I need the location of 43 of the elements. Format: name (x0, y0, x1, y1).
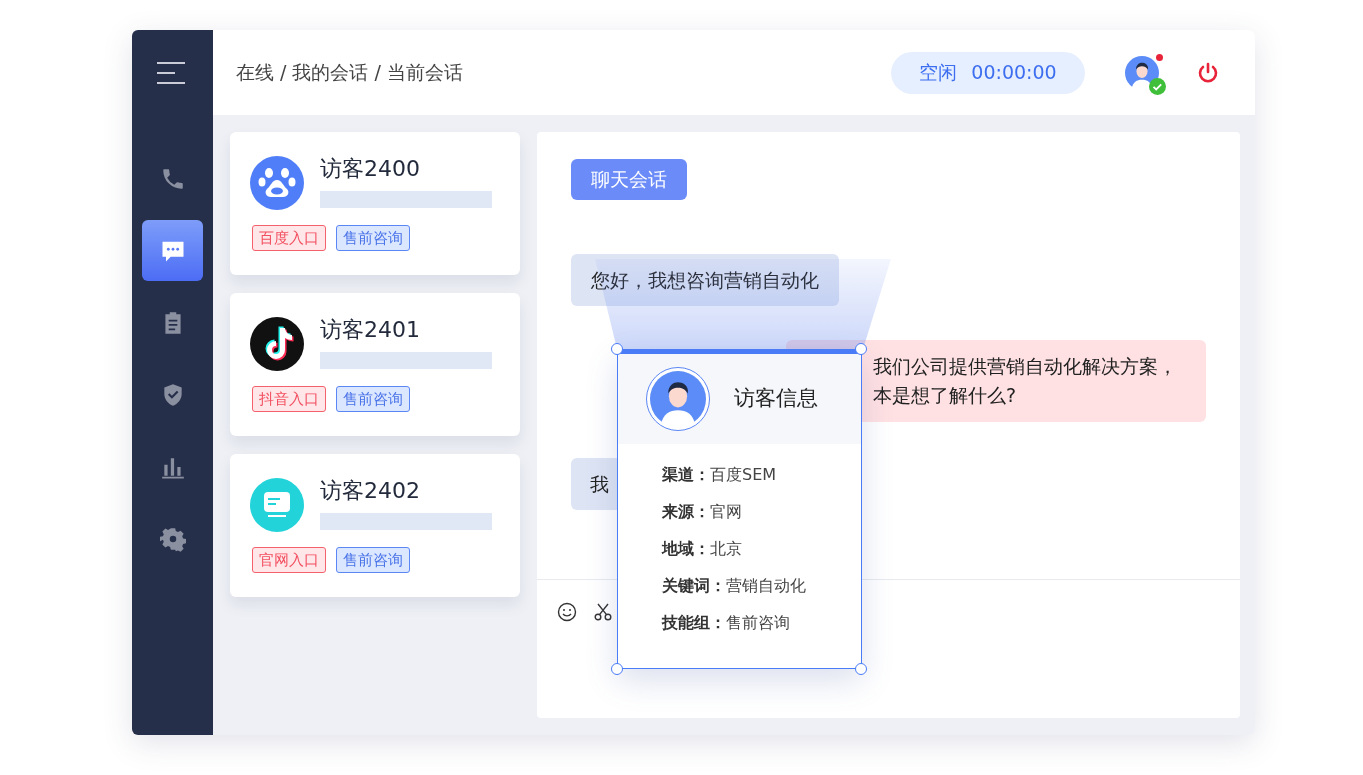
visitor-card[interactable]: 访客2401 抖音入口 售前咨询 (230, 293, 520, 436)
field-value: 售前咨询 (726, 612, 790, 634)
visitor-name: 访客2400 (320, 155, 421, 183)
settings-icon (159, 525, 186, 552)
visitor-name: 访客2402 (320, 477, 421, 505)
message-text: 我 (590, 471, 609, 497)
visitor-avatar (650, 371, 706, 427)
field-value: 官网 (710, 501, 742, 523)
field-label: 来源： (662, 501, 710, 523)
emoji-icon[interactable] (557, 602, 577, 622)
tag: 百度入口 (252, 225, 326, 251)
field-value: 北京 (710, 538, 742, 560)
timer: 00:00:00 (971, 60, 1057, 86)
popup-title: 访客信息 (734, 385, 818, 413)
field-label: 关键词： (662, 575, 726, 597)
field-value: 百度SEM (710, 464, 777, 486)
resize-handle[interactable] (611, 343, 623, 355)
breadcrumb: 在线 / 我的会话 / 当前会话 (236, 60, 463, 86)
message-text: 我们公司提供营销自动化解决方案， (873, 354, 1178, 379)
power-icon (1196, 60, 1220, 85)
tag: 官网入口 (252, 547, 326, 573)
field-value: 营销自动化 (726, 575, 806, 597)
message-text: 本是想了解什么? (873, 383, 1018, 408)
visitor-card[interactable]: 访客2402 官网入口 售前咨询 (230, 454, 520, 597)
tag: 售前咨询 (336, 386, 410, 412)
power-button[interactable] (1196, 60, 1220, 85)
resize-handle[interactable] (611, 663, 623, 675)
field-label: 地域： (662, 538, 710, 560)
scissors-icon[interactable] (594, 602, 612, 622)
tag: 抖音入口 (252, 386, 326, 412)
field-label: 渠道： (662, 464, 710, 486)
tag: 售前咨询 (336, 225, 410, 251)
resize-handle[interactable] (855, 663, 867, 675)
tag: 售前咨询 (336, 547, 410, 573)
paw-logo-icon (249, 155, 305, 211)
sidebar-item[interactable] (142, 220, 203, 281)
visitor-name: 访客2401 (320, 316, 421, 344)
music-note-logo-icon (249, 316, 305, 372)
status-label: 空闲 (919, 60, 958, 86)
monitor-logo-icon (249, 477, 305, 533)
visitor-card[interactable]: 访客2400 百度入口 售前咨询 (230, 132, 520, 275)
field-label: 技能组： (662, 612, 726, 634)
message-text: 您好，我想咨询营销自动化 (591, 267, 819, 293)
